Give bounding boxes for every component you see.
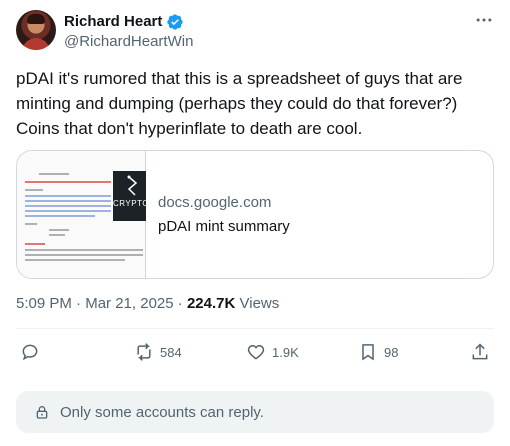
reply-restriction-notice: Only some accounts can reply. bbox=[16, 391, 494, 433]
retweet-icon bbox=[137, 343, 151, 361]
crypto-logo-text: CRYPTO bbox=[113, 199, 146, 208]
crypto-logo-mark-icon bbox=[127, 175, 138, 196]
meta-separator: · bbox=[76, 295, 82, 312]
lock-icon bbox=[36, 406, 48, 419]
more-options-icon[interactable] bbox=[474, 10, 494, 30]
tweet-text: pDAI it's rumored that this is a spreads… bbox=[16, 69, 463, 138]
verified-badge-icon bbox=[167, 14, 184, 30]
tweet-header: Richard Heart @RichardHeartWin bbox=[16, 10, 494, 54]
action-bar: 584 1.9K 98 bbox=[16, 342, 494, 366]
reply-restriction-text: Only some accounts can reply. bbox=[60, 403, 264, 421]
bookmark-icon bbox=[362, 344, 374, 361]
like-count: 1.9K bbox=[272, 344, 299, 360]
card-info: docs.google.com pDAI mint summary bbox=[146, 151, 290, 278]
spreadsheet-preview bbox=[25, 171, 143, 263]
card-domain: docs.google.com bbox=[158, 193, 272, 211]
tweet-date[interactable]: Mar 21, 2025 bbox=[85, 295, 173, 312]
meta-separator: · bbox=[177, 295, 183, 312]
views-count: 224.7K bbox=[186, 295, 236, 312]
like-button[interactable]: 1.9K bbox=[246, 342, 299, 362]
share-button[interactable] bbox=[470, 342, 490, 362]
reply-icon bbox=[22, 344, 38, 361]
avatar-hair bbox=[27, 14, 45, 24]
heart-icon bbox=[247, 344, 265, 360]
share-icon bbox=[472, 343, 488, 360]
card-title: pDAI mint summary bbox=[158, 217, 290, 235]
avatar-shirt bbox=[22, 38, 50, 50]
tweet-time[interactable]: 5:09 PM bbox=[16, 295, 72, 312]
retweet-button[interactable]: 584 bbox=[134, 342, 182, 362]
tweet-meta: 5:09 PM · Mar 21, 2025 · 224.7K Views bbox=[16, 294, 279, 314]
link-card[interactable]: CRYPTO docs.google.com pDAI mint summary bbox=[16, 150, 494, 279]
reply-button[interactable] bbox=[20, 342, 40, 362]
bookmark-count: 98 bbox=[384, 344, 399, 360]
display-name[interactable]: Richard Heart bbox=[64, 12, 162, 32]
divider bbox=[16, 328, 494, 329]
views-label: Views bbox=[239, 295, 280, 312]
author-handle[interactable]: @RichardHeartWin bbox=[64, 32, 193, 52]
bookmark-button[interactable]: 98 bbox=[358, 342, 398, 362]
name-row: Richard Heart bbox=[64, 12, 184, 32]
avatar[interactable] bbox=[16, 10, 56, 50]
retweet-count: 584 bbox=[160, 344, 182, 360]
crypto-logo: CRYPTO bbox=[113, 171, 146, 221]
card-thumbnail: CRYPTO bbox=[17, 151, 146, 278]
